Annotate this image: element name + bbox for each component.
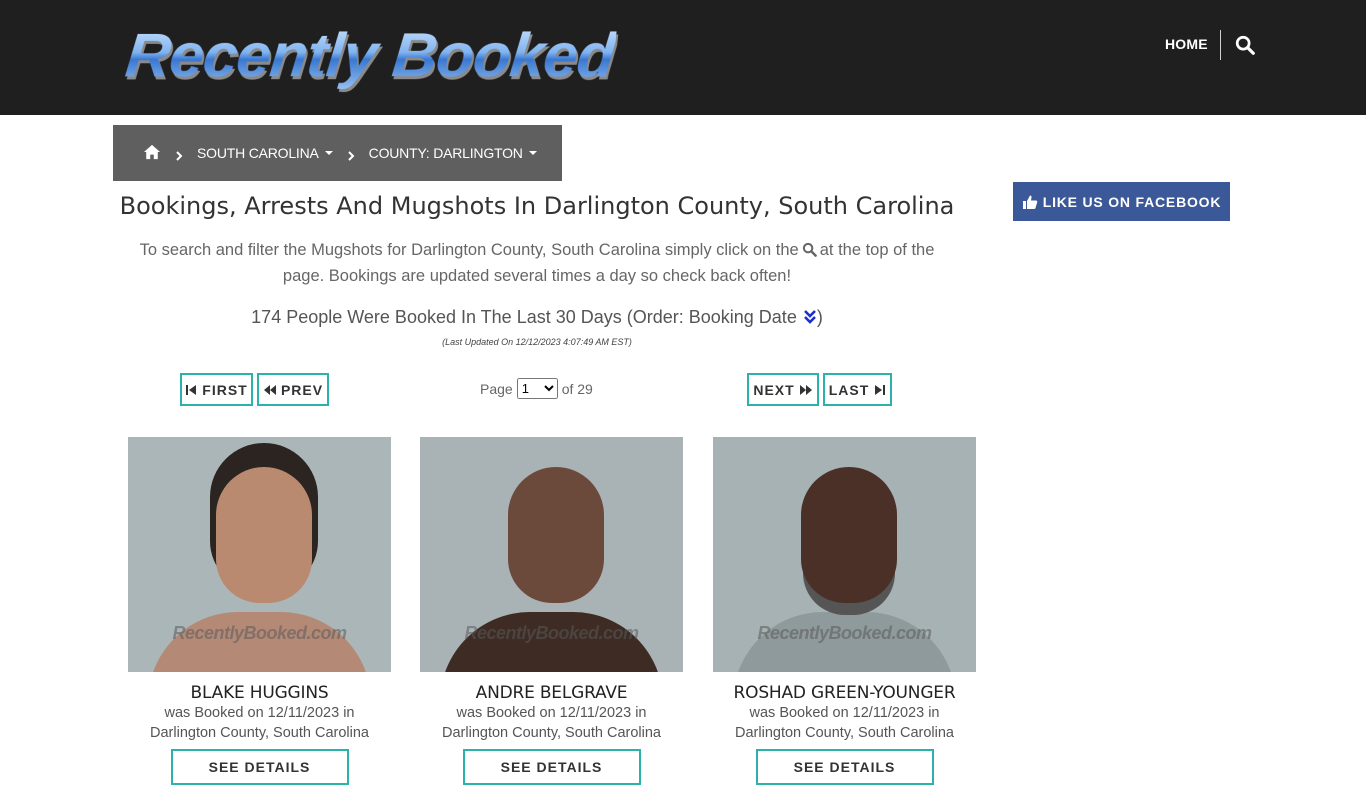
booking-count-close: ) <box>816 307 823 327</box>
mugshot-head <box>508 467 604 603</box>
intro-text-part1: To search and filter the Mugshots for Da… <box>139 241 799 259</box>
mugshot-watermark: RecentlyBooked.com <box>464 623 639 643</box>
inmate-card: RecentlyBooked.com ANDRE BELGRAVE was Bo… <box>420 437 683 785</box>
backward-icon <box>263 384 276 395</box>
inmate-name[interactable]: BLAKE HUGGINS <box>128 683 391 703</box>
see-details-button[interactable]: SEE DETAILS <box>170 749 349 785</box>
last-updated: (Last Updated On 12/12/2023 4:07:49 AM E… <box>442 337 632 347</box>
intro-text: To search and filter the Mugshots for Da… <box>120 237 954 289</box>
booking-count-text: 174 People Were Booked In The Last 30 Da… <box>251 307 797 327</box>
inmate-location: Darlington County, South Carolina <box>442 725 661 741</box>
next-button-label: NEXT <box>753 381 795 398</box>
site-header: Recently Booked HOME <box>0 0 1366 115</box>
inmate-location: Darlington County, South Carolina <box>150 725 369 741</box>
inmate-booked-date: was Booked on 12/11/2023 in <box>749 705 940 721</box>
forward-icon <box>799 384 812 395</box>
prev-page-button[interactable]: PREV <box>257 373 329 406</box>
breadcrumb-county-label: COUNTY: DARLINGTON <box>368 145 523 161</box>
page-select[interactable]: 1 <box>516 378 558 399</box>
step-forward-icon <box>875 384 886 395</box>
search-icon[interactable] <box>1234 34 1256 56</box>
breadcrumb-state-dropdown[interactable]: SOUTH CAROLINA <box>197 145 333 161</box>
inmate-location: Darlington County, South Carolina <box>735 725 954 741</box>
mugshot-photo[interactable]: RecentlyBooked.com <box>128 437 391 672</box>
inmate-card: RecentlyBooked.com ROSHAD GREEN-YOUNGER … <box>713 437 976 785</box>
breadcrumb-county-dropdown[interactable]: COUNTY: DARLINGTON <box>369 145 537 161</box>
site-logo[interactable]: Recently Booked <box>122 18 618 94</box>
mugshot-watermark: RecentlyBooked.com <box>172 623 347 643</box>
chevron-right-icon <box>347 148 355 161</box>
mugshot-head <box>216 467 312 603</box>
mugshot-photo[interactable]: RecentlyBooked.com <box>713 437 976 672</box>
booking-count: 174 People Were Booked In The Last 30 Da… <box>113 304 961 330</box>
prev-button-label: PREV <box>280 381 324 398</box>
double-chevron-down-icon[interactable] <box>803 306 817 324</box>
inmate-booked-date: was Booked on 12/11/2023 in <box>164 705 355 721</box>
logo-text: Recently Booked <box>122 21 618 90</box>
inmate-booked-date: was Booked on 12/11/2023 in <box>456 705 647 721</box>
home-icon[interactable] <box>143 144 161 162</box>
mugshot-watermark: RecentlyBooked.com <box>757 623 932 643</box>
facebook-like-button[interactable]: LIKE US ON FACEBOOK <box>1013 182 1230 221</box>
search-icon <box>802 239 817 257</box>
page-label: Page <box>480 380 513 397</box>
thumbs-up-icon <box>1022 195 1038 209</box>
caret-down-icon <box>324 151 333 155</box>
nav-home-link[interactable]: HOME <box>1165 36 1208 52</box>
see-details-button[interactable]: SEE DETAILS <box>755 749 934 785</box>
mugshot-head <box>801 467 897 603</box>
page-title: Bookings, Arrests And Mugshots In Darlin… <box>119 192 955 220</box>
page-selector: Page 1 of 29 <box>480 378 593 399</box>
step-backward-icon <box>186 384 197 395</box>
caret-down-icon <box>528 151 537 155</box>
see-details-button[interactable]: SEE DETAILS <box>462 749 641 785</box>
inmate-card: RecentlyBooked.com BLAKE HUGGINS was Boo… <box>128 437 391 785</box>
first-page-button[interactable]: FIRST <box>180 373 253 406</box>
last-button-label: LAST <box>828 381 870 398</box>
breadcrumb-state-label: SOUTH CAROLINA <box>197 145 319 161</box>
nav-divider <box>1220 30 1221 60</box>
breadcrumb: SOUTH CAROLINA COUNTY: DARLINGTON <box>113 125 562 181</box>
page-total: of 29 <box>561 380 593 397</box>
first-button-label: FIRST <box>202 381 248 398</box>
inmate-name[interactable]: ANDRE BELGRAVE <box>420 683 683 703</box>
next-page-button[interactable]: NEXT <box>747 373 819 406</box>
mugshot-photo[interactable]: RecentlyBooked.com <box>420 437 683 672</box>
facebook-button-label: LIKE US ON FACEBOOK <box>1042 193 1222 210</box>
inmate-name[interactable]: ROSHAD GREEN-YOUNGER <box>713 683 976 703</box>
chevron-right-icon <box>175 148 183 161</box>
last-page-button[interactable]: LAST <box>823 373 892 406</box>
